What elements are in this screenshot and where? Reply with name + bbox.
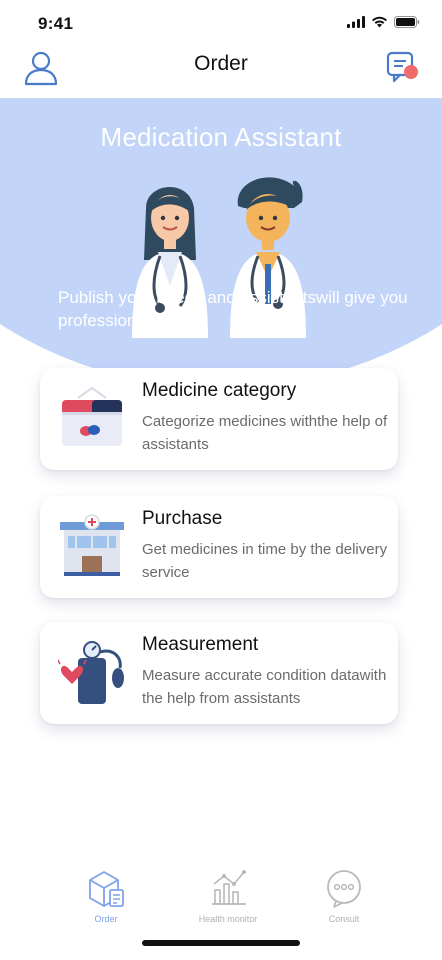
medicine-category-card[interactable]: Medicine category Categorize medicines w… [40,368,398,470]
battery-icon [394,16,420,28]
card-description: Measure accurate condition datawith the … [142,667,387,707]
home-indicator [142,940,300,946]
card-title: Measurement [142,634,259,655]
doctors-illustration [128,168,318,368]
purchase-card[interactable]: Purchase Get medicines in time by the de… [40,496,398,598]
card-description: Get medicines in time by the delivery se… [142,541,388,581]
card-title: Purchase [142,508,223,529]
tab-bar: Order Health monitor Consult [0,868,442,938]
measurement-card[interactable]: Measurement Measure accurate condition d… [40,622,398,724]
blood-pressure-monitor-icon [57,638,126,706]
order-box-icon [86,868,126,908]
card-description: Categorize medicines withthe help of ass… [142,413,388,453]
nav-bar: Order [0,44,442,100]
status-icons [347,16,420,28]
hero-title: Medication Assistant [100,122,342,152]
tab-order[interactable]: Order [56,868,156,930]
tab-label: Health monitor [198,914,258,924]
page-title: Order [194,52,248,75]
hero-banner: Medication Assistant Publish your needs … [0,98,442,398]
hero-subtitle: Publish your needs and assistantswill gi… [58,288,408,330]
signal-icon [347,16,365,28]
status-time: 9:41 [38,14,74,33]
tab-health-monitor[interactable]: Health monitor [178,868,278,930]
medicine-box-icon [58,384,126,452]
tab-label: Order [94,914,118,924]
pharmacy-store-icon [58,512,126,580]
status-bar: 9:41 [0,0,442,44]
message-icon[interactable] [386,50,420,84]
health-chart-icon [208,868,248,908]
card-title: Medicine category [142,380,297,401]
tab-label: Consult [328,914,360,924]
tab-consult[interactable]: Consult [294,868,394,930]
consult-chat-icon [324,868,364,908]
wifi-icon [372,16,387,28]
